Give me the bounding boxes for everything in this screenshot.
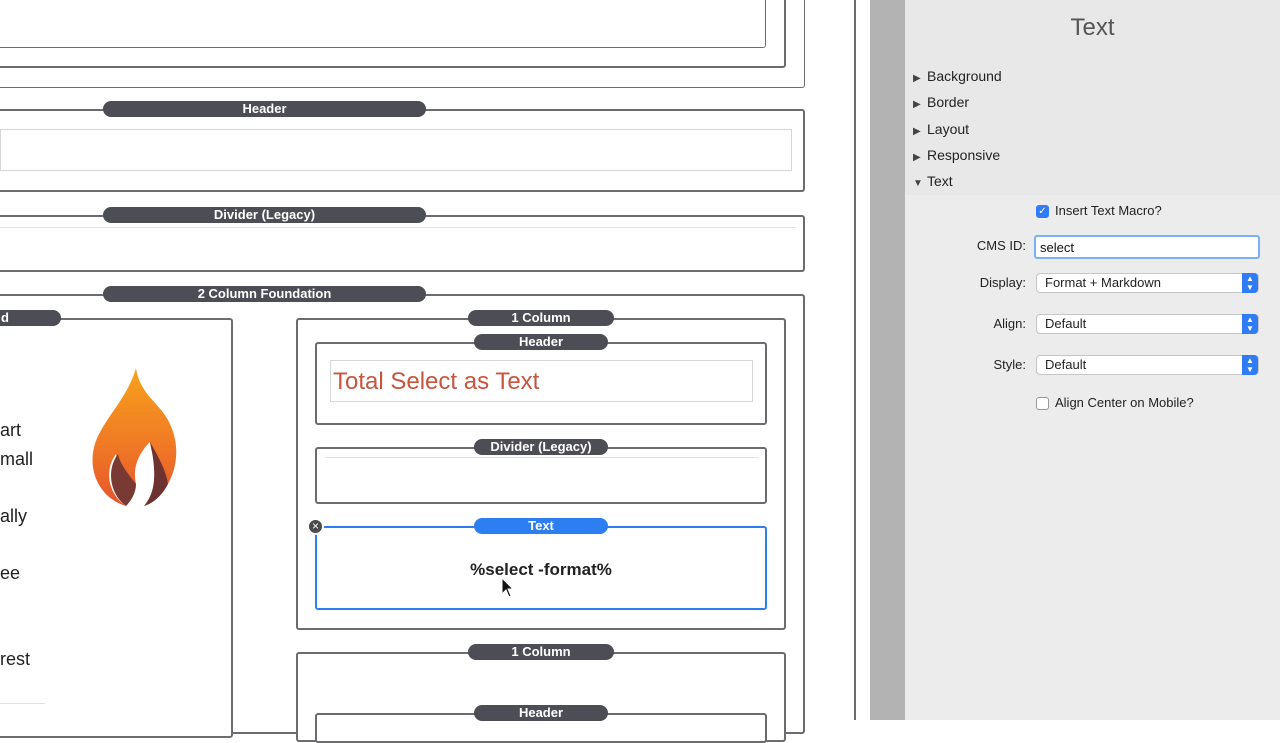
align-center-mobile-checkbox[interactable] — [1036, 397, 1049, 410]
align-select-value: Default — [1045, 316, 1087, 331]
column-divider-label[interactable]: Divider (Legacy) — [474, 439, 608, 455]
column-one-label[interactable]: 1 Column — [468, 310, 614, 326]
display-select-value: Format + Markdown — [1045, 275, 1161, 290]
column-divider-line — [325, 457, 759, 458]
section-border[interactable]: ▶ Border — [913, 92, 969, 112]
divider-line — [0, 227, 796, 228]
section-responsive[interactable]: ▶ Responsive — [913, 145, 1000, 165]
text-block-label[interactable]: Text — [474, 518, 608, 534]
left-text-fragment: mall — [0, 449, 34, 469]
column-two-header-label[interactable]: Header — [474, 705, 608, 721]
divider-block-label[interactable]: Divider (Legacy) — [103, 207, 426, 223]
style-select[interactable]: Default ▲ ▼ — [1036, 355, 1259, 375]
two-column-foundation-label[interactable]: 2 Column Foundation — [103, 286, 426, 302]
column-two-label[interactable]: 1 Column — [468, 644, 614, 660]
left-divider-line — [0, 703, 45, 704]
flame-logo-icon — [92, 368, 177, 506]
chevron-updown-icon: ▲ ▼ — [1242, 355, 1258, 375]
left-text-fragment: art — [0, 420, 22, 440]
align-center-mobile-label: Align Center on Mobile? — [1055, 395, 1194, 410]
header-block-label[interactable]: Header — [103, 101, 426, 117]
align-select[interactable]: Default ▲ ▼ — [1036, 314, 1259, 334]
triangle-right-icon: ▶ — [913, 126, 921, 137]
section-layout[interactable]: ▶ Layout — [913, 119, 969, 139]
inspector-panel: Text ▶ Background ▶ Border ▶ Layout ▶ Respon… — [905, 0, 1280, 720]
mouse-cursor-icon — [501, 577, 515, 598]
section-text[interactable]: ▼ Text — [913, 171, 953, 191]
chevron-updown-icon: ▲ ▼ — [1242, 314, 1258, 334]
insert-macro-label: Insert Text Macro? — [1055, 203, 1162, 218]
header-block[interactable] — [0, 109, 805, 192]
display-label: Display: — [979, 275, 1026, 290]
section-label: Responsive — [927, 147, 1001, 163]
panel-title: Text — [1070, 14, 1115, 41]
column-header-block[interactable]: Total Select as Text — [315, 342, 767, 425]
column-header-label[interactable]: Header — [474, 334, 608, 350]
triangle-right-icon: ▶ — [913, 73, 921, 84]
triangle-right-icon: ▶ — [913, 152, 921, 163]
chevron-updown-icon: ▲ ▼ — [1242, 273, 1258, 293]
style-label: Style: — [993, 357, 1026, 372]
top-outermost-box[interactable] — [0, 0, 805, 88]
text-section-body: ✓ Insert Text Macro? CMS ID: Display: Fo… — [905, 195, 1280, 720]
column-header-text: Total Select as Text — [333, 368, 540, 395]
section-label: Border — [927, 94, 970, 110]
insert-macro-checkbox[interactable]: ✓ — [1036, 205, 1049, 218]
triangle-down-icon: ▼ — [913, 178, 923, 189]
column-header-input[interactable]: Total Select as Text — [330, 360, 753, 402]
left-text-fragment: rest — [0, 649, 31, 669]
left-text-fragment: ally — [0, 506, 28, 526]
divider-block[interactable] — [0, 215, 805, 272]
canvas-edge-line — [854, 0, 856, 720]
left-text-fragment: ee — [0, 563, 21, 583]
left-column-label[interactable]: d — [0, 310, 61, 326]
text-block-selected[interactable]: %select -format% — [315, 526, 767, 610]
display-select[interactable]: Format + Markdown ▲ ▼ — [1036, 273, 1259, 293]
section-label: Background — [927, 68, 1002, 84]
cms-id-label: CMS ID: — [976, 238, 1026, 253]
editor-canvas: Header Divider (Legacy) 2 Column Foundat… — [0, 0, 870, 743]
cms-id-input[interactable] — [1034, 235, 1260, 259]
text-block-content: %select -format% — [470, 560, 612, 579]
header-block-input[interactable] — [0, 129, 792, 171]
section-label: Text — [927, 173, 953, 189]
panel-gutter[interactable] — [870, 0, 905, 720]
section-background[interactable]: ▶ Background — [913, 66, 1002, 86]
triangle-right-icon: ▶ — [913, 99, 921, 110]
style-select-value: Default — [1045, 357, 1087, 372]
close-icon[interactable]: × — [307, 518, 324, 535]
column-divider-block[interactable] — [315, 447, 767, 504]
section-label: Layout — [927, 121, 970, 137]
align-label: Align: — [993, 316, 1026, 331]
